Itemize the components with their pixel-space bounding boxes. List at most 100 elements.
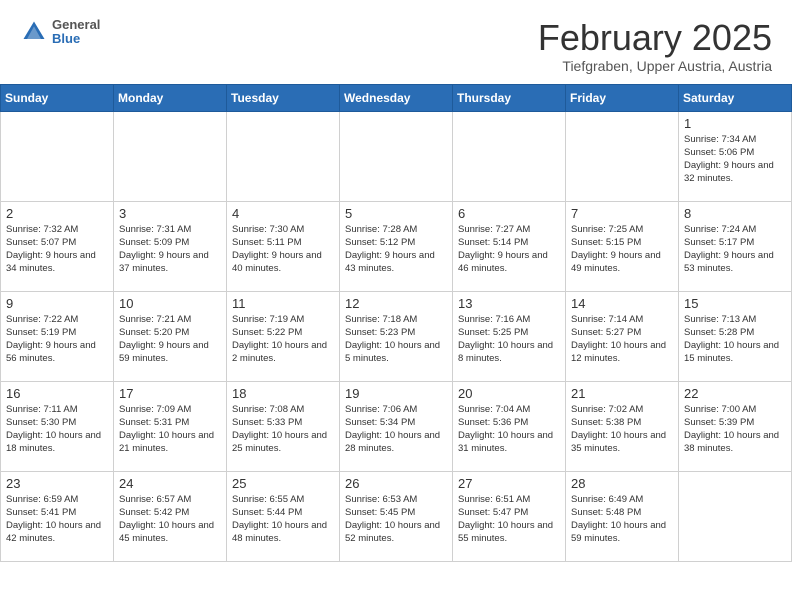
day-cell: 12 Sunrise: 7:18 AM Sunset: 5:23 PM Dayli…: [340, 291, 453, 381]
day-number: 6: [458, 206, 560, 221]
day-cell: 17 Sunrise: 7:09 AM Sunset: 5:31 PM Dayli…: [114, 381, 227, 471]
day-cell: 16 Sunrise: 7:11 AM Sunset: 5:30 PM Dayli…: [1, 381, 114, 471]
day-info: Sunrise: 7:02 AM Sunset: 5:38 PM Dayligh…: [571, 403, 673, 456]
day-info: Sunrise: 7:04 AM Sunset: 5:36 PM Dayligh…: [458, 403, 560, 456]
day-number: 23: [6, 476, 108, 491]
calendar-body: 1 Sunrise: 7:34 AM Sunset: 5:06 PM Daylig…: [1, 111, 792, 561]
day-number: 4: [232, 206, 334, 221]
day-info: Sunrise: 6:51 AM Sunset: 5:47 PM Dayligh…: [458, 493, 560, 546]
weekday-header-row: SundayMondayTuesdayWednesdayThursdayFrid…: [1, 84, 792, 111]
calendar-week-row: 23 Sunrise: 6:59 AM Sunset: 5:41 PM Dayli…: [1, 471, 792, 561]
weekday-header-monday: Monday: [114, 84, 227, 111]
day-number: 22: [684, 386, 786, 401]
day-number: 7: [571, 206, 673, 221]
day-cell: 3Sunrise: 7:31 AM Sunset: 5:09 PM Daylig…: [114, 201, 227, 291]
day-info: Sunrise: 6:59 AM Sunset: 5:41 PM Dayligh…: [6, 493, 108, 546]
day-info: Sunrise: 6:55 AM Sunset: 5:44 PM Dayligh…: [232, 493, 334, 546]
day-info: Sunrise: 7:22 AM Sunset: 5:19 PM Dayligh…: [6, 313, 108, 366]
day-cell: 25 Sunrise: 6:55 AM Sunset: 5:44 PM Dayli…: [227, 471, 340, 561]
calendar-week-row: 16 Sunrise: 7:11 AM Sunset: 5:30 PM Dayli…: [1, 381, 792, 471]
day-info: Sunrise: 7:11 AM Sunset: 5:30 PM Dayligh…: [6, 403, 108, 456]
day-cell: 7 Sunrise: 7:25 AM Sunset: 5:15 PM Daylig…: [566, 201, 679, 291]
empty-day-cell: [453, 111, 566, 201]
day-cell: 6Sunrise: 7:27 AM Sunset: 5:14 PM Daylig…: [453, 201, 566, 291]
day-number: 8: [684, 206, 786, 221]
month-title: February 2025: [538, 18, 772, 58]
day-number: 11: [232, 296, 334, 311]
day-cell: 4 Sunrise: 7:30 AM Sunset: 5:11 PM Daylig…: [227, 201, 340, 291]
day-number: 15: [684, 296, 786, 311]
location-text: Tiefgraben, Upper Austria, Austria: [538, 58, 772, 74]
day-number: 19: [345, 386, 447, 401]
weekday-header-friday: Friday: [566, 84, 679, 111]
day-cell: 9Sunrise: 7:22 AM Sunset: 5:19 PM Daylig…: [1, 291, 114, 381]
weekday-header-wednesday: Wednesday: [340, 84, 453, 111]
weekday-header-saturday: Saturday: [679, 84, 792, 111]
day-info: Sunrise: 7:21 AM Sunset: 5:20 PM Dayligh…: [119, 313, 221, 366]
logo-blue-text: Blue: [52, 32, 100, 46]
day-number: 16: [6, 386, 108, 401]
title-block: February 2025 Tiefgraben, Upper Austria,…: [538, 18, 772, 74]
day-info: Sunrise: 7:34 AM Sunset: 5:06 PM Dayligh…: [684, 133, 786, 186]
day-cell: 15Sunrise: 7:13 AM Sunset: 5:28 PM Dayli…: [679, 291, 792, 381]
day-number: 5: [345, 206, 447, 221]
day-info: Sunrise: 7:30 AM Sunset: 5:11 PM Dayligh…: [232, 223, 334, 276]
weekday-header-thursday: Thursday: [453, 84, 566, 111]
empty-day-cell: [566, 111, 679, 201]
empty-day-cell: [227, 111, 340, 201]
day-info: Sunrise: 7:00 AM Sunset: 5:39 PM Dayligh…: [684, 403, 786, 456]
day-cell: 23 Sunrise: 6:59 AM Sunset: 5:41 PM Dayli…: [1, 471, 114, 561]
day-cell: 22 Sunrise: 7:00 AM Sunset: 5:39 PM Dayli…: [679, 381, 792, 471]
day-info: Sunrise: 6:53 AM Sunset: 5:45 PM Dayligh…: [345, 493, 447, 546]
calendar-week-row: 1 Sunrise: 7:34 AM Sunset: 5:06 PM Daylig…: [1, 111, 792, 201]
calendar-table: SundayMondayTuesdayWednesdayThursdayFrid…: [0, 84, 792, 562]
day-info: Sunrise: 7:18 AM Sunset: 5:23 PM Dayligh…: [345, 313, 447, 366]
day-info: Sunrise: 7:08 AM Sunset: 5:33 PM Dayligh…: [232, 403, 334, 456]
day-number: 27: [458, 476, 560, 491]
day-info: Sunrise: 7:14 AM Sunset: 5:27 PM Dayligh…: [571, 313, 673, 366]
day-cell: 21 Sunrise: 7:02 AM Sunset: 5:38 PM Dayli…: [566, 381, 679, 471]
day-cell: 28Sunrise: 6:49 AM Sunset: 5:48 PM Dayli…: [566, 471, 679, 561]
day-number: 14: [571, 296, 673, 311]
empty-day-cell: [114, 111, 227, 201]
day-cell: 8 Sunrise: 7:24 AM Sunset: 5:17 PM Daylig…: [679, 201, 792, 291]
day-cell: 20 Sunrise: 7:04 AM Sunset: 5:36 PM Dayli…: [453, 381, 566, 471]
empty-day-cell: [340, 111, 453, 201]
day-cell: 19 Sunrise: 7:06 AM Sunset: 5:34 PM Dayli…: [340, 381, 453, 471]
logo-general-text: General: [52, 18, 100, 32]
day-info: Sunrise: 7:06 AM Sunset: 5:34 PM Dayligh…: [345, 403, 447, 456]
day-cell: 14 Sunrise: 7:14 AM Sunset: 5:27 PM Dayli…: [566, 291, 679, 381]
day-number: 21: [571, 386, 673, 401]
day-cell: 1 Sunrise: 7:34 AM Sunset: 5:06 PM Daylig…: [679, 111, 792, 201]
day-number: 25: [232, 476, 334, 491]
day-number: 1: [684, 116, 786, 131]
day-number: 13: [458, 296, 560, 311]
day-info: Sunrise: 7:32 AM Sunset: 5:07 PM Dayligh…: [6, 223, 108, 276]
day-cell: 10 Sunrise: 7:21 AM Sunset: 5:20 PM Dayli…: [114, 291, 227, 381]
day-number: 24: [119, 476, 221, 491]
day-info: Sunrise: 7:19 AM Sunset: 5:22 PM Dayligh…: [232, 313, 334, 366]
day-info: Sunrise: 7:16 AM Sunset: 5:25 PM Dayligh…: [458, 313, 560, 366]
day-cell: 5Sunrise: 7:28 AM Sunset: 5:12 PM Daylig…: [340, 201, 453, 291]
day-number: 10: [119, 296, 221, 311]
day-number: 20: [458, 386, 560, 401]
calendar-header: SundayMondayTuesdayWednesdayThursdayFrid…: [1, 84, 792, 111]
day-number: 12: [345, 296, 447, 311]
calendar-week-row: 9Sunrise: 7:22 AM Sunset: 5:19 PM Daylig…: [1, 291, 792, 381]
day-info: Sunrise: 7:24 AM Sunset: 5:17 PM Dayligh…: [684, 223, 786, 276]
day-number: 3: [119, 206, 221, 221]
day-number: 26: [345, 476, 447, 491]
page-header: General Blue February 2025 Tiefgraben, U…: [0, 0, 792, 84]
day-cell: 13 Sunrise: 7:16 AM Sunset: 5:25 PM Dayli…: [453, 291, 566, 381]
empty-day-cell: [679, 471, 792, 561]
day-cell: 11 Sunrise: 7:19 AM Sunset: 5:22 PM Dayli…: [227, 291, 340, 381]
day-cell: 18 Sunrise: 7:08 AM Sunset: 5:33 PM Dayli…: [227, 381, 340, 471]
day-number: 17: [119, 386, 221, 401]
weekday-header-tuesday: Tuesday: [227, 84, 340, 111]
empty-day-cell: [1, 111, 114, 201]
day-number: 18: [232, 386, 334, 401]
day-info: Sunrise: 7:09 AM Sunset: 5:31 PM Dayligh…: [119, 403, 221, 456]
logo-icon: [20, 18, 48, 46]
day-info: Sunrise: 7:25 AM Sunset: 5:15 PM Dayligh…: [571, 223, 673, 276]
day-number: 28: [571, 476, 673, 491]
